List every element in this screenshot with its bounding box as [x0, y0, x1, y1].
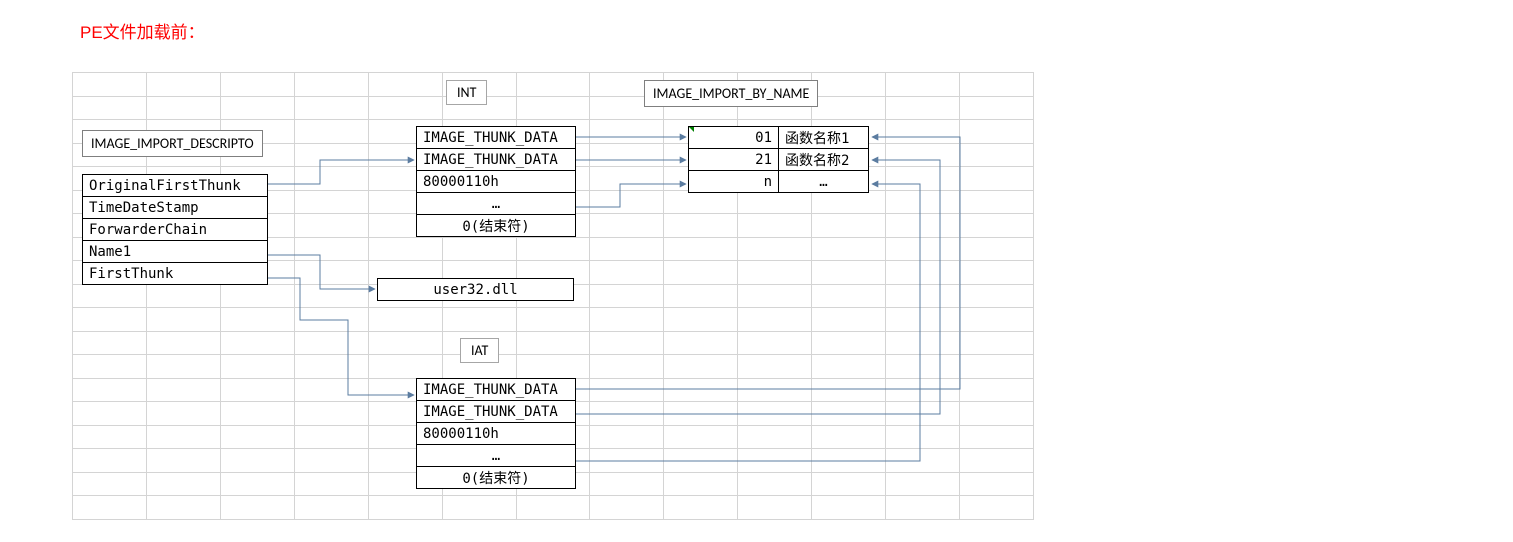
- int-header: INT: [446, 80, 487, 105]
- cell-marker-icon: [689, 127, 694, 132]
- iat-cell: 80000110h: [417, 423, 576, 445]
- iat-cell: 0(结束符): [417, 467, 576, 489]
- iat-header: IAT: [460, 338, 499, 363]
- byname-name: 函数名称1: [779, 127, 869, 149]
- descriptor-cell: OriginalFirstThunk: [83, 175, 268, 197]
- iat-cell: IMAGE_THUNK_DATA: [417, 379, 576, 401]
- byname-name: 函数名称2: [779, 149, 869, 171]
- byname-name: …: [779, 171, 869, 193]
- dll-cell: user32.dll: [378, 279, 574, 301]
- iat-cell: IMAGE_THUNK_DATA: [417, 401, 576, 423]
- iat-table: IMAGE_THUNK_DATA IMAGE_THUNK_DATA 800001…: [416, 378, 576, 489]
- byname-hint: n: [689, 171, 779, 193]
- descriptor-cell: Name1: [83, 241, 268, 263]
- byname-table: 01 函数名称1 21 函数名称2 n …: [688, 126, 869, 193]
- int-cell: 80000110h: [417, 171, 576, 193]
- descriptor-table: OriginalFirstThunk TimeDateStamp Forward…: [82, 174, 268, 285]
- descriptor-cell: TimeDateStamp: [83, 197, 268, 219]
- descriptor-cell: FirstThunk: [83, 263, 268, 285]
- int-table: IMAGE_THUNK_DATA IMAGE_THUNK_DATA 800001…: [416, 126, 576, 237]
- int-cell: …: [417, 193, 576, 215]
- int-cell: IMAGE_THUNK_DATA: [417, 127, 576, 149]
- iat-cell: …: [417, 445, 576, 467]
- byname-hint: 21: [689, 149, 779, 171]
- byname-header: IMAGE_IMPORT_BY_NAME: [644, 80, 818, 107]
- descriptor-header: IMAGE_IMPORT_DESCRIPTO: [82, 130, 263, 157]
- byname-hint: 01: [689, 127, 779, 149]
- descriptor-cell: ForwarderChain: [83, 219, 268, 241]
- int-cell: IMAGE_THUNK_DATA: [417, 149, 576, 171]
- dll-table: user32.dll: [377, 278, 574, 301]
- descriptor-header-text: IMAGE_IMPORT_DESCRIPTO: [83, 131, 263, 157]
- page-title: PE文件加载前：: [80, 18, 205, 43]
- int-cell: 0(结束符): [417, 215, 576, 237]
- byname-header-text: IMAGE_IMPORT_BY_NAME: [645, 81, 818, 107]
